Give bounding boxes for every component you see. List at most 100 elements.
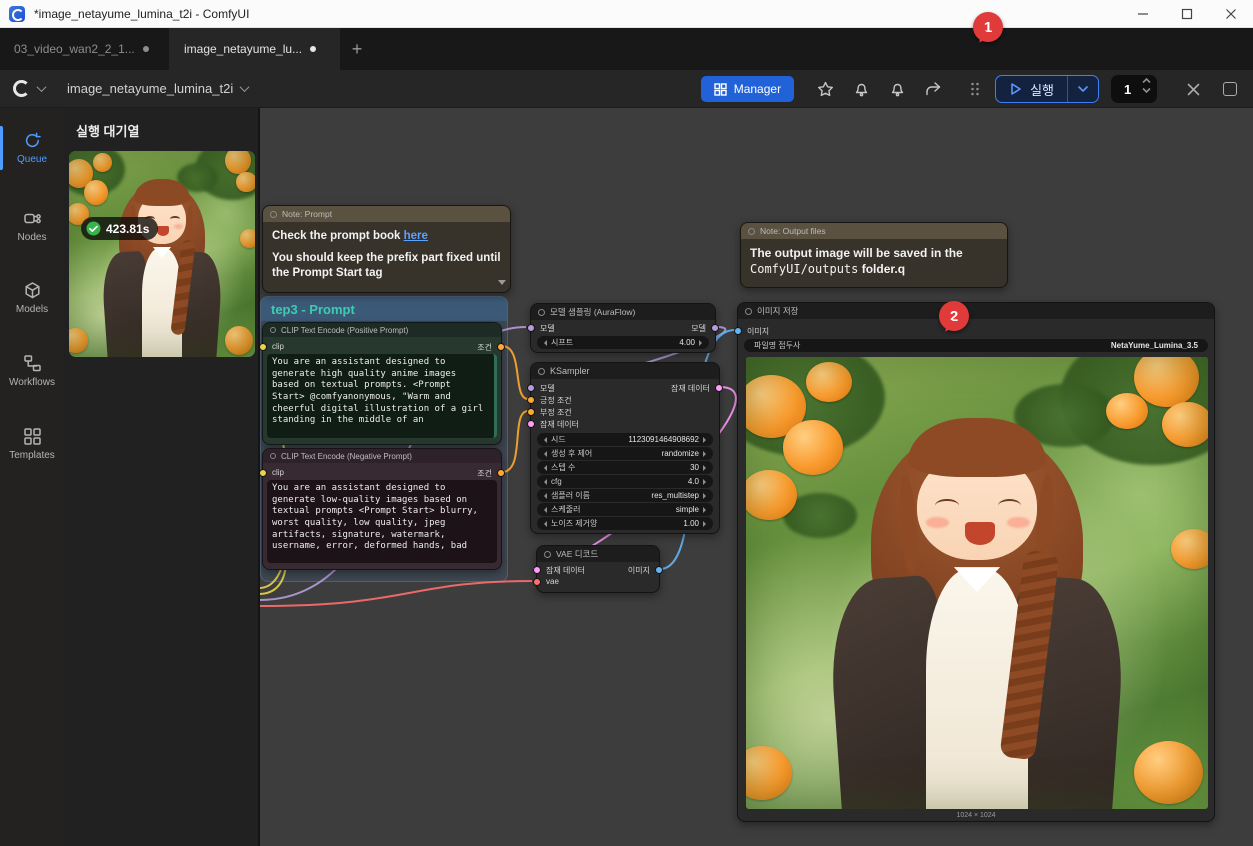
positive-prompt-textarea[interactable]: You are an assistant designed to generat… — [267, 354, 497, 438]
widget-shift[interactable]: 시프트 4.00 — [537, 336, 709, 349]
node-header[interactable]: VAE 디코드 — [537, 546, 659, 562]
manager-button[interactable]: Manager — [701, 76, 794, 102]
node-vae-decode[interactable]: VAE 디코드 잠재 데이터 vae 이미지 — [536, 545, 660, 593]
widget-seed[interactable]: 시드 1123091464908692 — [537, 433, 713, 446]
increment-icon[interactable] — [703, 507, 709, 513]
tab-image-netayume[interactable]: image_netayume_lu... — [170, 28, 340, 70]
output-socket-model[interactable] — [711, 324, 719, 332]
run-options-button[interactable] — [1068, 76, 1098, 102]
widget-filename-prefix[interactable]: 파일명 접두사 NetaYume_Lumina_3.5 — [744, 339, 1208, 352]
sidebar-item-templates[interactable]: Templates — [0, 418, 64, 470]
node-clip-positive[interactable]: CLIP Text Encode (Positive Prompt) clip … — [262, 322, 502, 445]
increment-icon[interactable] — [699, 340, 705, 346]
output-socket-image[interactable] — [655, 566, 663, 574]
bell-button-2[interactable] — [887, 79, 907, 99]
sidebar-item-nodes[interactable]: Nodes — [0, 200, 64, 252]
node-graph-canvas[interactable]: tep3 - Prompt Note: Prompt Check the pro… — [260, 108, 1253, 846]
collapse-dot-icon[interactable] — [270, 327, 276, 333]
tab-03-video-wan[interactable]: 03_video_wan2_2_1... — [0, 28, 170, 70]
collapse-dot-icon[interactable] — [745, 308, 752, 315]
chevron-up-icon[interactable] — [1142, 78, 1151, 84]
node-header[interactable]: CLIP Text Encode (Negative Prompt) — [263, 449, 501, 463]
queue-result-thumbnail[interactable]: 423.81s — [69, 151, 255, 357]
collapse-dot-icon[interactable] — [270, 211, 277, 218]
star-button[interactable] — [815, 79, 835, 99]
widget-sampler-name[interactable]: 샘플러 이름 res_multistep — [537, 489, 713, 502]
increment-icon[interactable] — [703, 521, 709, 527]
decrement-icon[interactable] — [541, 451, 547, 457]
node-header[interactable]: CLIP Text Encode (Positive Prompt) — [263, 323, 501, 337]
share-button[interactable] — [923, 79, 943, 99]
collapse-dot-icon[interactable] — [538, 309, 545, 316]
bell-button-1[interactable] — [851, 79, 871, 99]
batch-count-stepper[interactable]: 1 — [1111, 75, 1157, 103]
node-note-output[interactable]: Note: Output files The output image will… — [740, 222, 1008, 288]
widget-scheduler[interactable]: 스케줄러 simple — [537, 503, 713, 516]
decrement-icon[interactable] — [541, 493, 547, 499]
stop-button[interactable] — [1223, 82, 1237, 96]
collapse-dot-icon[interactable] — [270, 453, 276, 459]
node-note-prompt[interactable]: Note: Prompt Check the prompt book here … — [262, 205, 511, 293]
cancel-button[interactable] — [1183, 79, 1203, 99]
input-socket-negative[interactable] — [527, 408, 535, 416]
input-socket-latent[interactable] — [527, 420, 535, 428]
close-button[interactable] — [1209, 0, 1253, 28]
widget-control-after-generate[interactable]: 생성 후 제어 randomize — [537, 447, 713, 460]
workflow-name-menu[interactable]: image_netayume_lumina_t2i — [67, 81, 248, 96]
decrement-icon[interactable] — [541, 340, 547, 346]
decrement-icon[interactable] — [541, 437, 547, 443]
prompt-book-link[interactable]: here — [404, 230, 428, 242]
collapse-dot-icon[interactable] — [544, 551, 551, 558]
widget-cfg[interactable]: cfg 4.0 — [537, 475, 713, 488]
input-socket-clip[interactable] — [260, 343, 267, 351]
input-socket-model[interactable] — [527, 324, 535, 332]
decrement-icon[interactable] — [541, 465, 547, 471]
node-header[interactable]: 이미지 저장 — [738, 303, 1214, 319]
node-header[interactable]: Note: Prompt — [263, 206, 510, 222]
chevron-down-icon[interactable] — [1142, 87, 1151, 93]
increment-icon[interactable] — [703, 465, 709, 471]
decrement-icon[interactable] — [541, 521, 547, 527]
input-socket-model[interactable] — [527, 384, 535, 392]
chevron-down-icon[interactable] — [37, 82, 47, 92]
note-text[interactable]: Check the prompt book here You should ke… — [263, 222, 510, 288]
maximize-button[interactable] — [1165, 0, 1209, 28]
output-socket-latent[interactable] — [715, 384, 723, 392]
input-socket-latent[interactable] — [533, 566, 541, 574]
decrement-icon[interactable] — [541, 479, 547, 485]
sidebar-item-workflows[interactable]: Workflows — [0, 345, 64, 397]
sidebar-item-models[interactable]: Models — [0, 272, 64, 324]
new-tab-button[interactable]: + — [340, 28, 374, 70]
widget-denoise[interactable]: 노이즈 제거양 1.00 — [537, 517, 713, 530]
output-socket-conditioning[interactable] — [497, 343, 505, 351]
sidebar-item-queue[interactable]: Queue — [0, 122, 64, 174]
collapse-dot-icon[interactable] — [748, 228, 755, 235]
node-header[interactable]: 모델 샘플링 (AuraFlow) — [531, 304, 715, 320]
generated-image-preview[interactable] — [746, 357, 1208, 809]
input-socket-positive[interactable] — [527, 396, 535, 404]
input-socket-image[interactable] — [734, 327, 742, 335]
node-clip-negative[interactable]: CLIP Text Encode (Negative Prompt) clip … — [262, 448, 502, 570]
drag-handle[interactable] — [965, 79, 985, 99]
node-header[interactable]: Note: Output files — [741, 223, 1007, 239]
node-save-image[interactable]: 이미지 저장 이미지 파일명 접두사 NetaYume_Lumina_3.5 — [737, 302, 1215, 822]
run-button[interactable]: 실행 — [996, 76, 1067, 102]
comfyui-logo-icon[interactable] — [12, 79, 31, 98]
decrement-icon[interactable] — [541, 507, 547, 513]
node-header[interactable]: KSampler — [531, 363, 719, 379]
minimize-button[interactable] — [1121, 0, 1165, 28]
chevron-down-icon — [1077, 85, 1089, 93]
input-socket-vae[interactable] — [533, 578, 541, 586]
node-ksampler[interactable]: KSampler 모델 긍정 조건 부정 조건 잠재 데이터 잠재 데이터 시드… — [530, 362, 720, 534]
node-model-sampling[interactable]: 모델 샘플링 (AuraFlow) 모델 모델 시프트 4.00 — [530, 303, 716, 353]
increment-icon[interactable] — [703, 479, 709, 485]
increment-icon[interactable] — [703, 437, 709, 443]
increment-icon[interactable] — [703, 493, 709, 499]
collapse-dot-icon[interactable] — [538, 368, 545, 375]
output-socket-conditioning[interactable] — [497, 469, 505, 477]
input-socket-clip[interactable] — [260, 469, 267, 477]
widget-steps[interactable]: 스텝 수 30 — [537, 461, 713, 474]
increment-icon[interactable] — [703, 451, 709, 457]
note-text[interactable]: The output image will be saved in the Co… — [741, 239, 1007, 284]
negative-prompt-textarea[interactable]: You are an assistant designed to generat… — [267, 480, 497, 563]
